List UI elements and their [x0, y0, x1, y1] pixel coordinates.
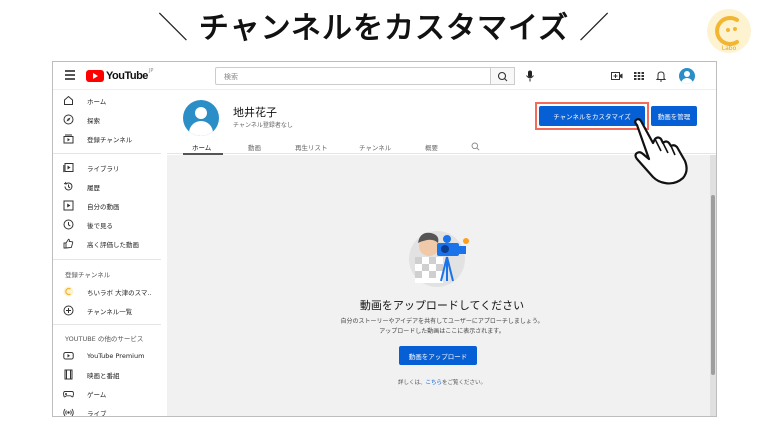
search-input[interactable]: 検索: [215, 67, 491, 85]
sidebar-item-history[interactable]: 履歴: [53, 177, 167, 196]
slash-left: ＼: [157, 11, 189, 46]
sidebar-divider: [53, 259, 161, 260]
youtube-icon: [63, 352, 74, 360]
sidebar-divider: [53, 153, 161, 154]
sidebar-item-label: 探索: [87, 116, 100, 125]
channel-avatar[interactable]: [183, 100, 219, 136]
youtube-play-icon: [86, 70, 104, 82]
menu-icon[interactable]: [65, 70, 75, 80]
learn-more-text: 詳しくは、こちらをご覧ください。: [167, 378, 716, 386]
sidebar-item-gaming[interactable]: ゲーム: [53, 384, 167, 403]
tab-home[interactable]: ホーム: [192, 142, 211, 152]
empty-state-area: 動画をアップロードしてください 自分のストーリーやアイデアを共有してユーザーにア…: [167, 155, 716, 416]
slash-right: ／: [579, 11, 611, 46]
learn-more-link[interactable]: こちら: [425, 380, 442, 386]
user-avatar[interactable]: [679, 68, 695, 84]
sidebar-item-movies[interactable]: 映画と番組: [53, 365, 167, 384]
youtube-logo-region: JP: [148, 68, 154, 74]
sidebar-item-label: YouTube Premium: [87, 351, 145, 360]
slide-title-text: チャンネルをカスタマイズ: [198, 11, 570, 46]
sidebar-item-live[interactable]: ライブ: [53, 403, 167, 417]
apps-grid-icon[interactable]: [633, 70, 645, 82]
logo-text: Labo: [722, 45, 737, 52]
sidebar-item-label: ホーム: [87, 97, 107, 106]
upload-illustration: [409, 231, 469, 287]
play-icon: [63, 200, 74, 211]
channel-avatar-icon: [63, 286, 74, 297]
sidebar-item-label: 登録チャンネル: [87, 135, 133, 144]
history-icon: [63, 181, 73, 191]
thumbs-up-icon: [63, 238, 74, 249]
sidebar-item-explore[interactable]: 探索: [53, 110, 167, 129]
sidebar-item-liked-videos[interactable]: 高く評価した動画: [53, 234, 167, 253]
sidebar-item-label: チャンネル一覧: [87, 307, 133, 316]
gamepad-icon: [63, 391, 74, 398]
sidebar-item-subscriptions[interactable]: 登録チャンネル: [53, 129, 167, 148]
mic-icon[interactable]: [525, 70, 535, 82]
sidebar-item-label: ゲーム: [87, 390, 107, 399]
tab-videos[interactable]: 動画: [248, 142, 261, 152]
sidebar-item-label: ライブ: [87, 409, 107, 417]
empty-state-description: 自分のストーリーやアイデアを共有してユーザーにアプローチしましょう。: [340, 318, 544, 325]
sidebar-item-label: 後で見る: [87, 221, 113, 230]
search-icon: [497, 71, 508, 82]
subscriptions-header: 登録チャンネル: [65, 271, 111, 279]
sidebar-item-label: 映画と番組: [87, 371, 120, 380]
sidebar-item-label: 履歴: [87, 183, 100, 192]
sidebar-item-browse-channels[interactable]: チャンネル一覧: [53, 301, 167, 320]
home-icon: [64, 95, 73, 105]
sidebar: ホーム 探索 登録チャンネル ライブラリ 履歴 自分の動画 後で見る 高く評価し…: [53, 90, 167, 417]
create-video-icon[interactable]: [611, 70, 623, 82]
search-button[interactable]: [491, 67, 515, 85]
sidebar-item-watch-later[interactable]: 後で見る: [53, 215, 167, 234]
empty-state-note: アップロードした動画はここに表示されます。: [379, 328, 505, 335]
more-from-youtube-header: YOUTUBE の他のサービス: [65, 335, 144, 343]
live-icon: [63, 408, 74, 416]
pointing-hand-icon: [634, 118, 688, 185]
library-icon: [63, 163, 74, 173]
bell-icon[interactable]: [655, 70, 667, 82]
learn-more-suffix: をご覧ください。: [442, 380, 487, 386]
compass-icon: [63, 114, 74, 125]
sidebar-item-label: 高く評価した動画: [87, 240, 139, 249]
chii-labo-logo: Labo: [707, 9, 751, 53]
subscriber-count: チャンネル登録者なし: [233, 122, 293, 129]
tab-playlists[interactable]: 再生リスト: [295, 142, 328, 152]
sidebar-item-label: ライブラリ: [87, 164, 120, 173]
youtube-logo[interactable]: YouTube JP: [86, 68, 154, 83]
slide-title: ＼ チャンネルをカスタマイズ ／: [0, 6, 768, 52]
tab-channels[interactable]: チャンネル: [359, 142, 391, 152]
scrollbar[interactable]: [710, 155, 716, 416]
film-icon: [64, 369, 73, 380]
youtube-logo-text: YouTube: [106, 70, 148, 82]
upload-video-button[interactable]: 動画をアップロード: [399, 346, 477, 365]
sidebar-item-label: ちいラボ 大津のスマ..: [87, 288, 152, 297]
tab-search-icon[interactable]: [471, 142, 480, 151]
sidebar-item-library[interactable]: ライブラリ: [53, 158, 167, 177]
scrollbar-thumb[interactable]: [711, 195, 715, 375]
sidebar-item-label: 自分の動画: [87, 202, 120, 211]
youtube-window: YouTube JP 検索 ホーム 探索 登録チャンネル ライブラリ 履歴 自分…: [52, 61, 717, 417]
sidebar-item-home[interactable]: ホーム: [53, 91, 167, 110]
tab-about[interactable]: 概要: [425, 142, 438, 152]
sidebar-item-channel[interactable]: ちいラボ 大津のスマ..: [53, 282, 167, 301]
sidebar-item-your-videos[interactable]: 自分の動画: [53, 196, 167, 215]
channel-name: 地井花子: [233, 106, 277, 119]
sidebar-divider: [53, 324, 161, 325]
sidebar-item-premium[interactable]: YouTube Premium: [53, 346, 167, 365]
learn-more-prefix: 詳しくは、: [397, 380, 426, 386]
empty-state-title: 動画をアップロードしてください: [359, 299, 525, 312]
top-bar: YouTube JP 検索: [53, 62, 716, 90]
clock-icon: [63, 219, 74, 230]
subscriptions-icon: [63, 134, 74, 144]
add-circle-icon: [63, 305, 74, 316]
